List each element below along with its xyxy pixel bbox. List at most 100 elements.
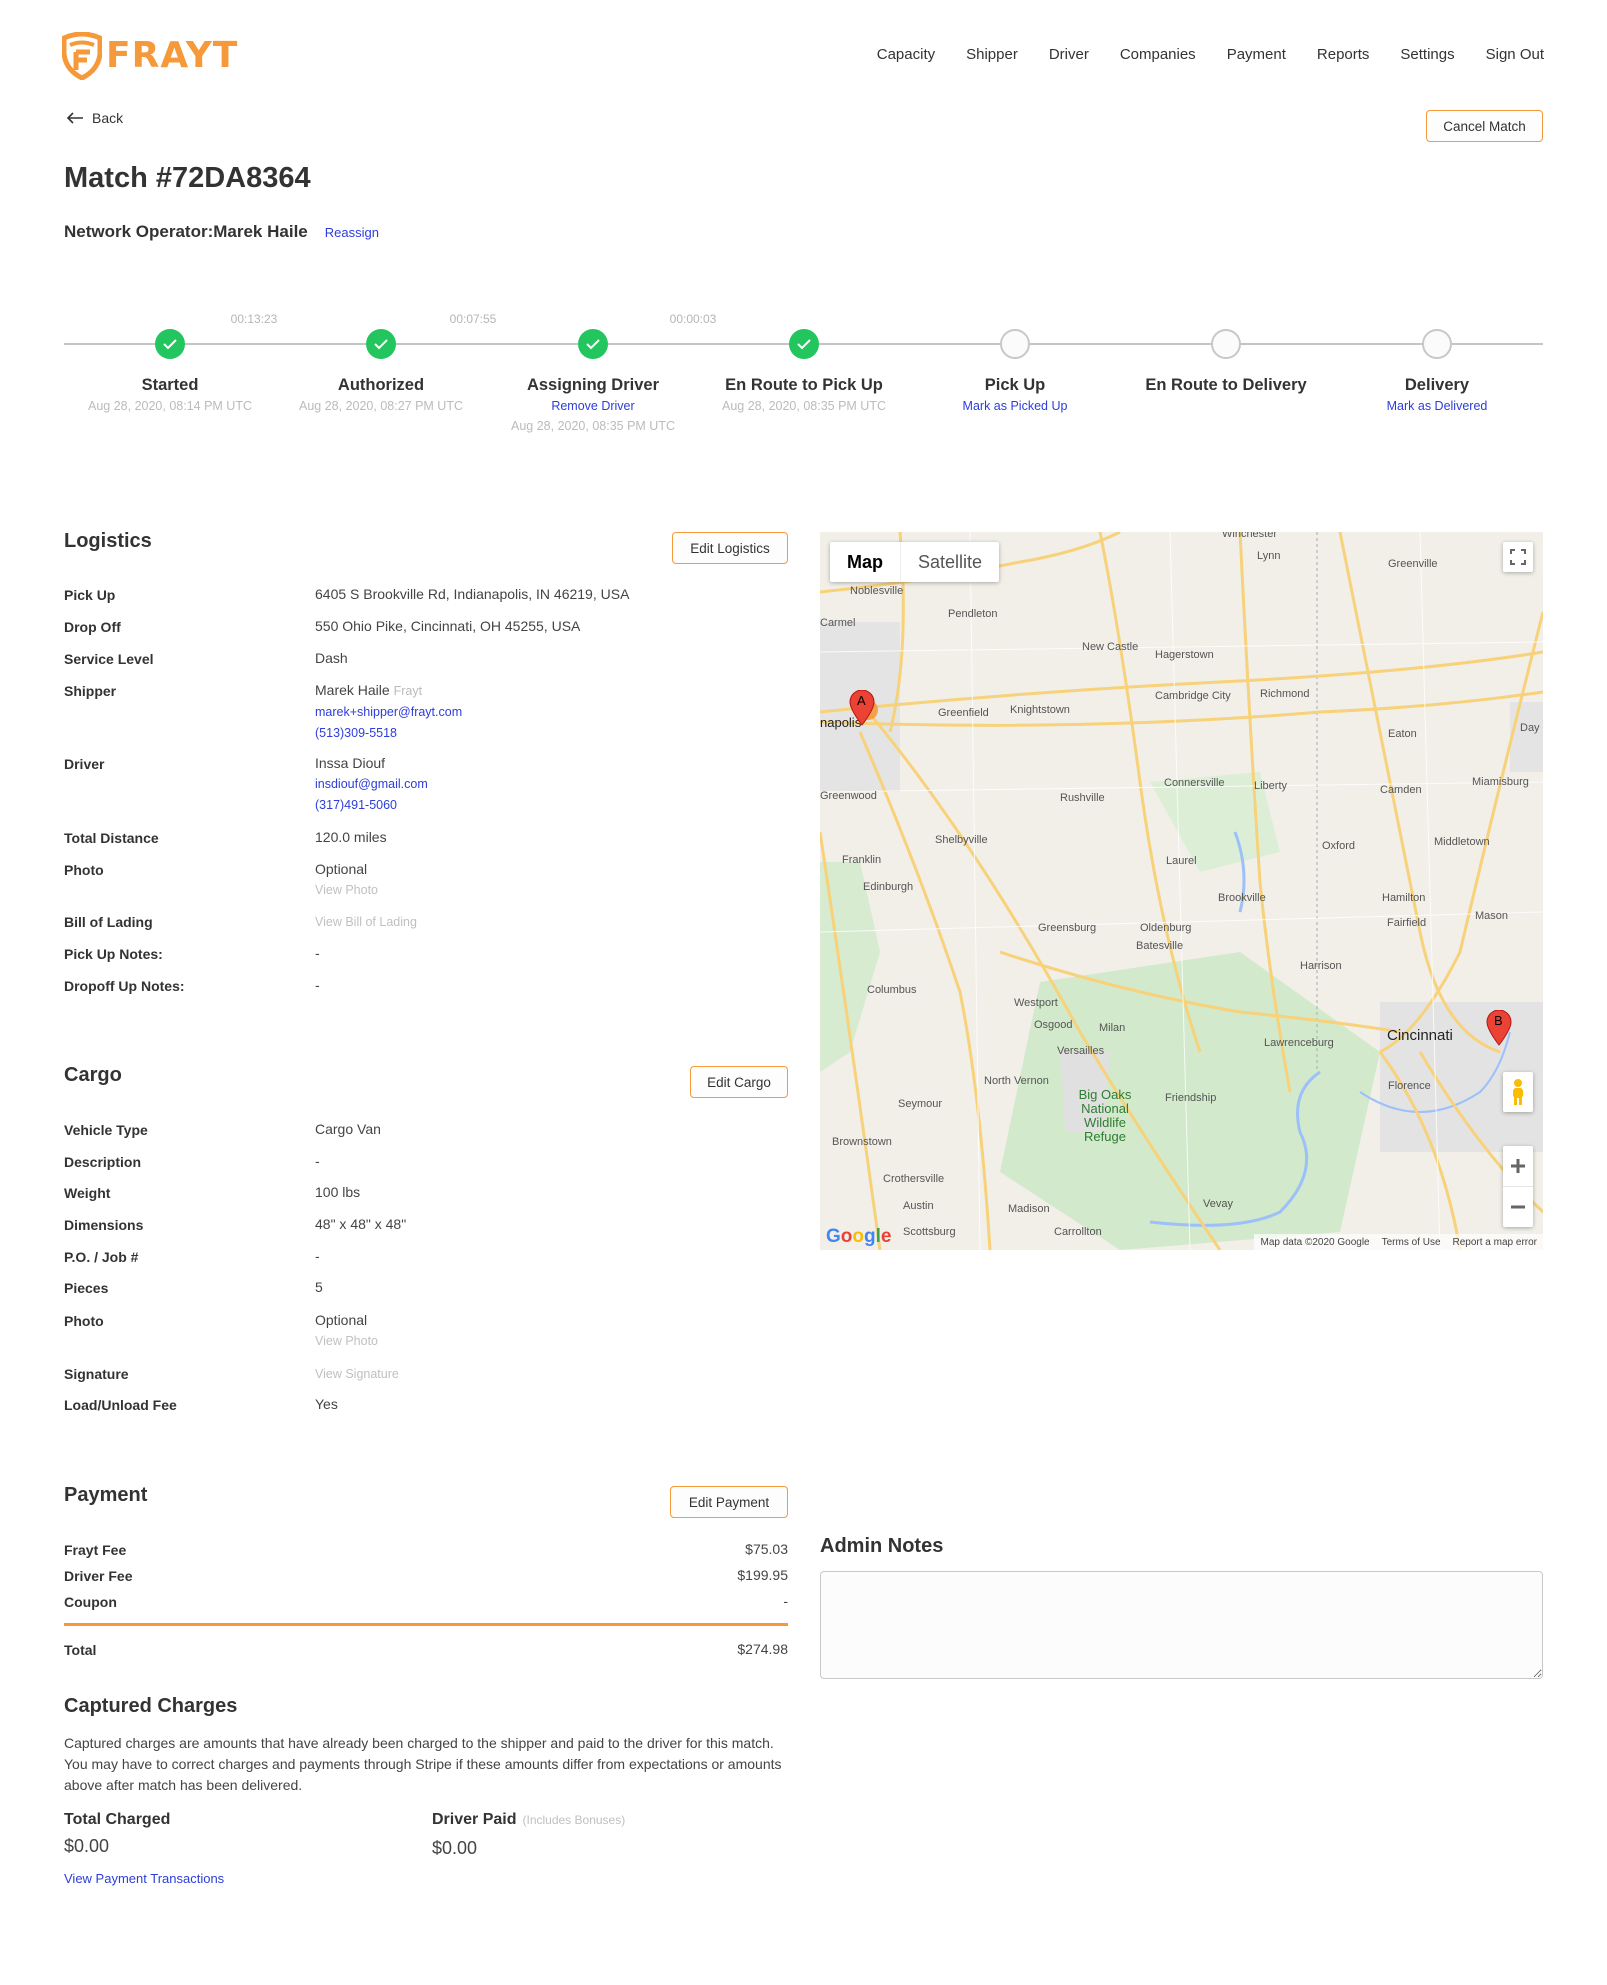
coupon-label: Coupon [64, 1594, 117, 1610]
map-type-control: Map Satellite [830, 542, 1000, 582]
nav-driver[interactable]: Driver [1018, 44, 1089, 66]
nav-reports[interactable]: Reports [1286, 44, 1370, 66]
map-label: Friendship [1165, 1092, 1217, 1104]
driver-email-link[interactable]: insdiouf@gmail.com [315, 774, 428, 795]
dropoff-address: 550 Ohio Pike, Cincinnati, OH 45255, USA [315, 618, 581, 634]
map-label: Hamilton [1382, 892, 1426, 904]
map-label: Oldenburg [1140, 922, 1192, 934]
pickup-label: Pick Up [64, 587, 116, 603]
driver-paid-note: (Includes Bonuses) [522, 1813, 626, 1827]
map-label: Shelbyville [935, 834, 988, 846]
nav-sign-out[interactable]: Sign Out [1455, 44, 1544, 66]
map-label: Westport [1014, 997, 1058, 1009]
map-label: Edinburgh [863, 881, 914, 893]
nav-payment[interactable]: Payment [1196, 44, 1286, 66]
nav-capacity[interactable]: Capacity [846, 44, 935, 66]
nav-shipper[interactable]: Shipper [935, 44, 1018, 66]
map-label: Carrollton [1054, 1226, 1102, 1238]
dropoff-label: Drop Off [64, 619, 121, 635]
map-label: Batesville [1136, 940, 1184, 952]
cancel-match-button[interactable]: Cancel Match [1426, 110, 1543, 142]
view-signature-link[interactable]: View Signature [315, 1364, 399, 1385]
step-complete-icon [578, 329, 608, 359]
cargo-photo-label: Photo [64, 1313, 104, 1329]
map-type-satellite-button[interactable]: Satellite [900, 542, 999, 582]
step-complete-icon [366, 329, 396, 359]
map-label: Austin [903, 1200, 934, 1212]
nav-companies[interactable]: Companies [1089, 44, 1196, 66]
map-label: Liberty [1254, 780, 1288, 792]
driver-label: Driver [64, 756, 105, 772]
map-label: Hagerstown [1155, 649, 1214, 661]
terms-of-use-link[interactable]: Terms of Use [1382, 1237, 1441, 1248]
map-label: Brownstown [832, 1136, 892, 1148]
edit-cargo-button[interactable]: Edit Cargo [690, 1066, 788, 1098]
edit-logistics-button[interactable]: Edit Logistics [672, 532, 788, 564]
signature-label: Signature [64, 1366, 129, 1382]
step-pending-icon [1000, 329, 1030, 359]
view-bill-of-lading-link[interactable]: View Bill of Lading [315, 912, 417, 933]
timeline-timer: 00:13:23 [230, 312, 278, 326]
shipper-phone-link[interactable]: (513)309-5518 [315, 723, 462, 744]
reassign-link[interactable]: Reassign [325, 225, 379, 240]
cargo-photo-value: Optional [315, 1312, 368, 1328]
map-label: Fairfield [1387, 917, 1427, 929]
view-payment-transactions-link[interactable]: View Payment Transactions [64, 1871, 224, 1886]
cargo-photo-info: Optional View Photo [315, 1310, 378, 1352]
map-type-map-button[interactable]: Map [830, 542, 900, 582]
mark-picked-up-link[interactable]: Mark as Picked Up [910, 396, 1120, 416]
step-complete-icon [789, 329, 819, 359]
weight-value: 100 lbs [315, 1184, 361, 1200]
step-label: Started [141, 376, 199, 394]
pickup-notes-label: Pick Up Notes: [64, 946, 163, 962]
payment-heading: Payment [64, 1484, 148, 1506]
vehicle-type-label: Vehicle Type [64, 1122, 148, 1138]
map-label: Rushville [1060, 792, 1105, 804]
description-label: Description [64, 1154, 142, 1170]
remove-driver-link[interactable]: Remove Driver [488, 396, 698, 416]
timeline-step-en-route-pickup: En Route to Pick Up Aug 28, 2020, 08:35 … [699, 374, 909, 416]
map-tiles [820, 532, 1543, 1250]
brand-name: FRAYT [106, 35, 239, 76]
po-job-value: - [315, 1248, 320, 1264]
step-date: Aug 28, 2020, 08:35 PM UTC [722, 399, 886, 413]
nav-settings[interactable]: Settings [1369, 44, 1454, 66]
street-view-button[interactable] [1503, 1072, 1533, 1112]
fullscreen-button[interactable] [1503, 542, 1533, 572]
photo-label: Photo [64, 862, 104, 878]
shipper-email-link[interactable]: marek+shipper@frayt.com [315, 702, 462, 723]
vehicle-type-value: Cargo Van [315, 1121, 381, 1137]
shipper-label: Shipper [64, 683, 117, 699]
map-label: Brookville [1218, 892, 1266, 904]
map-label: Franklin [842, 854, 882, 866]
cargo-view-photo-link[interactable]: View Photo [315, 1331, 378, 1352]
logistics-heading: Logistics [64, 530, 152, 552]
admin-notes-input[interactable] [820, 1571, 1543, 1679]
zoom-out-button[interactable] [1503, 1187, 1533, 1227]
driver-phone-link[interactable]: (317)491-5060 [315, 795, 428, 816]
marker-b-label: B [1494, 1013, 1503, 1028]
pieces-value: 5 [315, 1279, 323, 1295]
map-label: North Vernon [984, 1075, 1049, 1087]
back-button[interactable]: Back [66, 110, 123, 126]
map-label: Day [1520, 722, 1540, 734]
edit-payment-button[interactable]: Edit Payment [670, 1486, 788, 1518]
dimensions-value: 48" x 48" x 48" [315, 1216, 407, 1232]
mark-delivered-link[interactable]: Mark as Delivered [1332, 396, 1542, 416]
map-label: New Castle [1082, 641, 1139, 653]
map-label: Osgood [1034, 1019, 1073, 1031]
shield-logo-icon [62, 32, 102, 80]
map-label: Miamisburg [1472, 776, 1529, 788]
dropoff-notes-label: Dropoff Up Notes: [64, 978, 185, 994]
driver-info: Inssa Diouf insdiouf@gmail.com (317)491-… [315, 753, 428, 816]
report-map-error-link[interactable]: Report a map error [1453, 1237, 1537, 1248]
step-label: Assigning Driver [526, 376, 660, 394]
driver-paid-label: Driver Paid [432, 1811, 517, 1828]
zoom-in-button[interactable] [1503, 1147, 1533, 1187]
driver-name: Inssa Diouf [315, 755, 386, 771]
frayt-logo[interactable]: FRAYT [62, 32, 268, 80]
map-label: Mason [1475, 910, 1509, 922]
description-value: - [315, 1153, 320, 1169]
route-map[interactable]: Noblesville Carmel Pendleton New Castle … [820, 532, 1543, 1250]
view-photo-link[interactable]: View Photo [315, 880, 378, 901]
